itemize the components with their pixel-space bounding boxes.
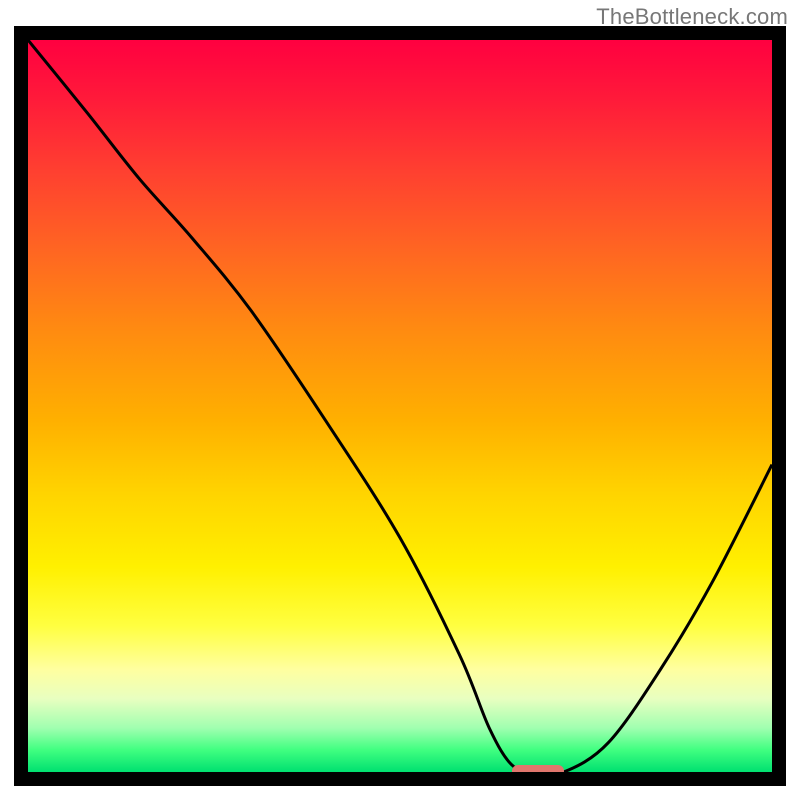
chart-container: TheBottleneck.com xyxy=(0,0,800,800)
bottleneck-curve xyxy=(28,40,772,772)
optimal-marker xyxy=(512,765,564,772)
watermark-text: TheBottleneck.com xyxy=(596,4,788,30)
curve-path xyxy=(28,40,772,772)
plot-area xyxy=(28,40,772,772)
plot-frame xyxy=(14,26,786,786)
